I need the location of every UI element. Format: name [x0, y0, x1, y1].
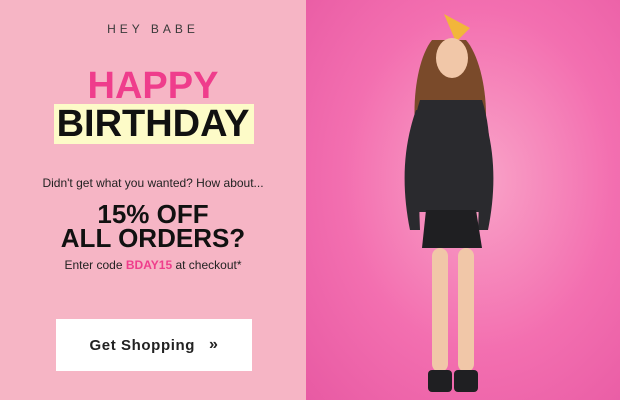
party-hat-icon	[444, 14, 470, 42]
headline-birthday: BIRTHDAY	[56, 103, 250, 145]
code-prefix: Enter code	[64, 258, 123, 272]
brand-name: HEY BABE	[107, 22, 199, 36]
model-illustration	[404, 14, 494, 392]
promo-code: BDAY15	[125, 258, 173, 272]
shorts-shape	[422, 210, 482, 248]
code-suffix: at checkout*	[175, 258, 242, 272]
promo-panel: HEY BABE HAPPY BIRTHDAY Didn't get what …	[0, 0, 306, 400]
promo-code-line: Enter code BDAY15 at checkout*	[0, 258, 306, 272]
face-shape	[436, 38, 468, 78]
get-shopping-button[interactable]: Get Shopping »	[56, 319, 252, 371]
offer-line-2: ALL ORDERS?	[60, 223, 246, 253]
left-boot-shape	[428, 370, 452, 392]
double-chevron-right-icon: »	[209, 336, 219, 353]
right-boot-shape	[454, 370, 478, 392]
cta-label: Get Shopping	[89, 336, 196, 354]
headline-happy: HAPPY	[87, 65, 219, 107]
hero-photo	[306, 0, 620, 400]
teaser-text: Didn't get what you wanted? How about...	[42, 176, 264, 190]
right-leg-shape	[458, 248, 474, 372]
left-leg-shape	[432, 248, 448, 372]
